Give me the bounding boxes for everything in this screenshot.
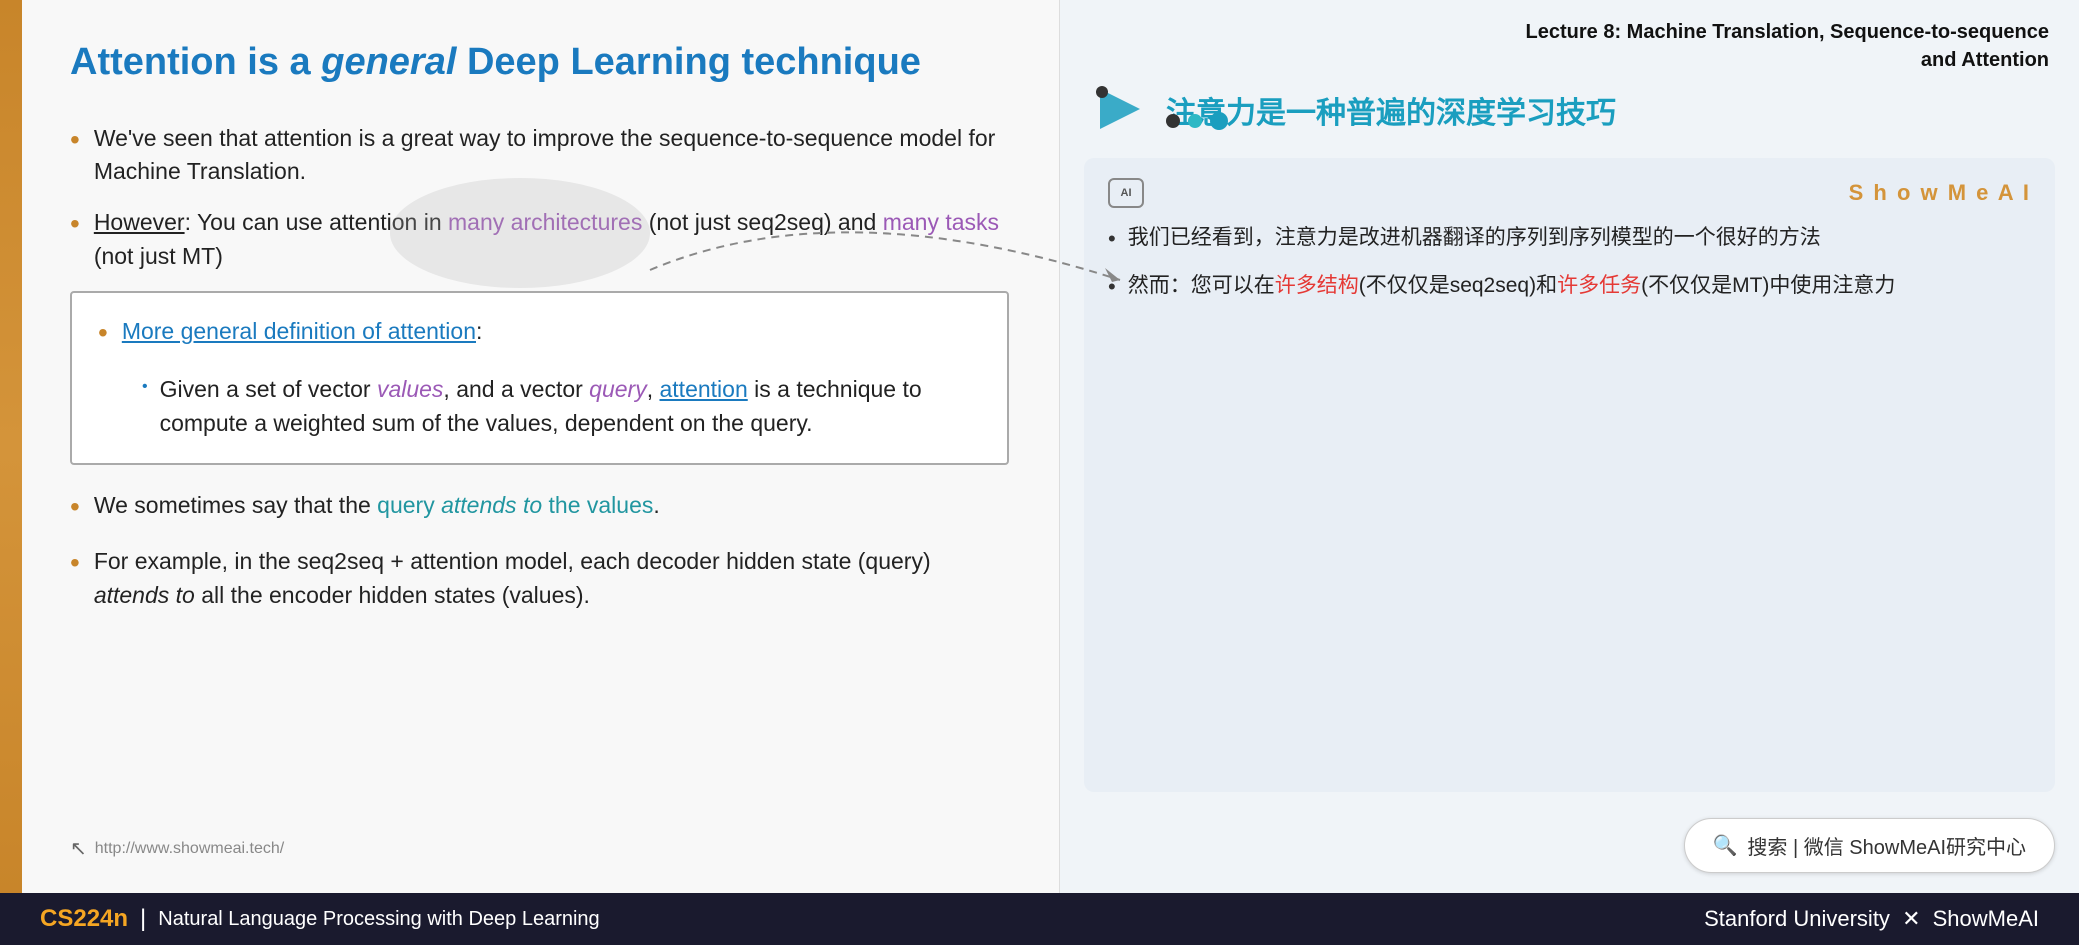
highlight-sub-content: • Given a set of vector values, and a ve…	[142, 372, 981, 441]
showmeai-footer: ShowMeAI	[1933, 906, 2039, 931]
sub-bullet-text: Given a set of vector values, and a vect…	[160, 372, 981, 441]
list-item: • 然而：您可以在许多结构(不仅仅是seq2seq)和许多任务(不仅仅是MT)中…	[1108, 270, 2031, 304]
card-header-row: AI S h o w M e A I	[1108, 178, 2031, 208]
showmeai-brand: S h o w M e A I	[1849, 180, 2031, 206]
title-prefix: Attention is a	[70, 41, 321, 83]
bottom-bar-right: Stanford University ✕ ShowMeAI	[1704, 906, 2039, 932]
card-mid-2: (不仅仅是seq2seq)和	[1359, 274, 1557, 297]
shape-icon	[1090, 84, 1150, 134]
many-tasks: many tasks	[883, 209, 999, 235]
dot-dark	[1166, 114, 1180, 128]
card-post-2: (不仅仅是MT)中使用注意力	[1641, 274, 1895, 297]
card-red2: 许多任务	[1557, 274, 1641, 297]
card-bullet-list: • 我们已经看到，注意力是改进机器翻译的序列到序列模型的一个很好的方法 • 然而…	[1108, 222, 2031, 304]
stanford-text: Stanford University	[1704, 906, 1890, 931]
x-mark: ✕	[1902, 906, 1927, 931]
slide-title: Attention is a general Deep Learning tec…	[70, 40, 1009, 86]
bottom-bar: CS224n | Natural Language Processing wit…	[0, 893, 2079, 945]
attention-link: attention	[660, 376, 748, 402]
search-text: 搜索 | 微信 ShowMeAI研究中心	[1747, 831, 2026, 860]
lecture-title: Lecture 8: Machine Translation, Sequence…	[1090, 18, 2049, 74]
values-text: values	[377, 376, 443, 402]
ai-icon-text: AI	[1121, 187, 1132, 199]
bullet-dot-3: •	[70, 487, 80, 528]
highlight-bullet-dot: •	[98, 313, 108, 354]
list-item: • However: You can use attention in many…	[70, 206, 1009, 273]
query-text: query	[589, 376, 647, 402]
card-text-1: 我们已经看到，注意力是改进机器翻译的序列到序列模型的一个很好的方法	[1128, 222, 1821, 255]
lower-bullet-list: • We sometimes say that the query attend…	[70, 489, 1009, 612]
lecture-line2: and Attention	[1090, 46, 2049, 74]
list-item: • We sometimes say that the query attend…	[70, 489, 1009, 528]
highlight-sub-item: • Given a set of vector values, and a ve…	[142, 372, 981, 441]
url-text: http://www.showmeai.tech/	[95, 840, 284, 858]
highlight-bullet-list: • More general definition of attention:	[98, 315, 981, 354]
query-attends: query attends to the values	[377, 492, 653, 518]
bullet-text-2: However: You can use attention in many a…	[94, 206, 1009, 273]
bullet-dot-1: •	[70, 120, 80, 161]
list-item: • More general definition of attention:	[98, 315, 981, 354]
title-italic: general	[321, 41, 456, 83]
dots-decoration	[1166, 112, 2049, 130]
card-text-2: 然而：您可以在许多结构(不仅仅是seq2seq)和许多任务(不仅仅是MT)中使用…	[1128, 270, 1896, 303]
chinese-title-row: 注意力是一种普遍的深度学习技巧	[1090, 84, 2049, 134]
lecture-line1: Lecture 8: Machine Translation, Sequence…	[1090, 18, 2049, 46]
course-subtitle: Natural Language Processing with Deep Le…	[158, 908, 599, 931]
card-red1: 许多结构	[1275, 274, 1359, 297]
slide-panel: Attention is a general Deep Learning tec…	[0, 0, 1060, 893]
more-general-definition: More general definition of attention	[122, 318, 476, 344]
bullet-dot-4: •	[70, 543, 80, 584]
search-bar[interactable]: 🔍 搜索 | 微信 ShowMeAI研究中心	[1684, 818, 2055, 873]
highlight-box: • More general definition of attention: …	[70, 291, 1009, 465]
search-bar-container: 🔍 搜索 | 微信 ShowMeAI研究中心	[1060, 802, 2079, 893]
card-pre-2: 然而：您可以在	[1128, 274, 1275, 297]
card-dot-2: •	[1108, 270, 1116, 304]
dot-teal	[1188, 114, 1202, 128]
cs-label: CS224n	[40, 905, 128, 933]
bottom-bar-left: CS224n | Natural Language Processing wit…	[40, 905, 600, 933]
main-content: Attention is a general Deep Learning tec…	[0, 0, 2079, 893]
ai-icon-box: AI	[1108, 178, 1144, 208]
slide-left-bar	[0, 0, 22, 893]
separator: |	[140, 905, 146, 933]
bullet-text-3: We sometimes say that the query attends …	[94, 489, 660, 522]
dot-teal-lg	[1210, 112, 1228, 130]
card-dot-1: •	[1108, 222, 1116, 256]
many-architectures: many architectures	[448, 209, 642, 235]
title-suffix: Deep Learning technique	[456, 41, 921, 83]
bullet-text-1: We've seen that attention is a great way…	[94, 122, 1009, 189]
right-header: Lecture 8: Machine Translation, Sequence…	[1060, 0, 2079, 148]
list-item: • 我们已经看到，注意力是改进机器翻译的序列到序列模型的一个很好的方法	[1108, 222, 2031, 256]
bullet-dot-2: •	[70, 204, 80, 245]
sub-bullet-dot: •	[142, 378, 148, 396]
highlight-title-text: More general definition of attention:	[122, 315, 483, 348]
bullet-text-4: For example, in the seq2seq + attention …	[94, 545, 1009, 612]
search-icon: 🔍	[1713, 833, 1738, 858]
right-panel: Lecture 8: Machine Translation, Sequence…	[1060, 0, 2079, 893]
list-item: • For example, in the seq2seq + attentio…	[70, 545, 1009, 612]
url-watermark: ↖ http://www.showmeai.tech/	[70, 836, 284, 861]
dots-row: 注意力是一种普遍的深度学习技巧	[1166, 88, 2049, 130]
however-text: However	[94, 209, 185, 235]
list-item: • We've seen that attention is a great w…	[70, 122, 1009, 189]
main-bullet-list: • We've seen that attention is a great w…	[70, 122, 1009, 273]
cursor-icon: ↖	[70, 836, 87, 861]
translation-card: AI S h o w M e A I • 我们已经看到，注意力是改进机器翻译的序…	[1084, 158, 2055, 792]
